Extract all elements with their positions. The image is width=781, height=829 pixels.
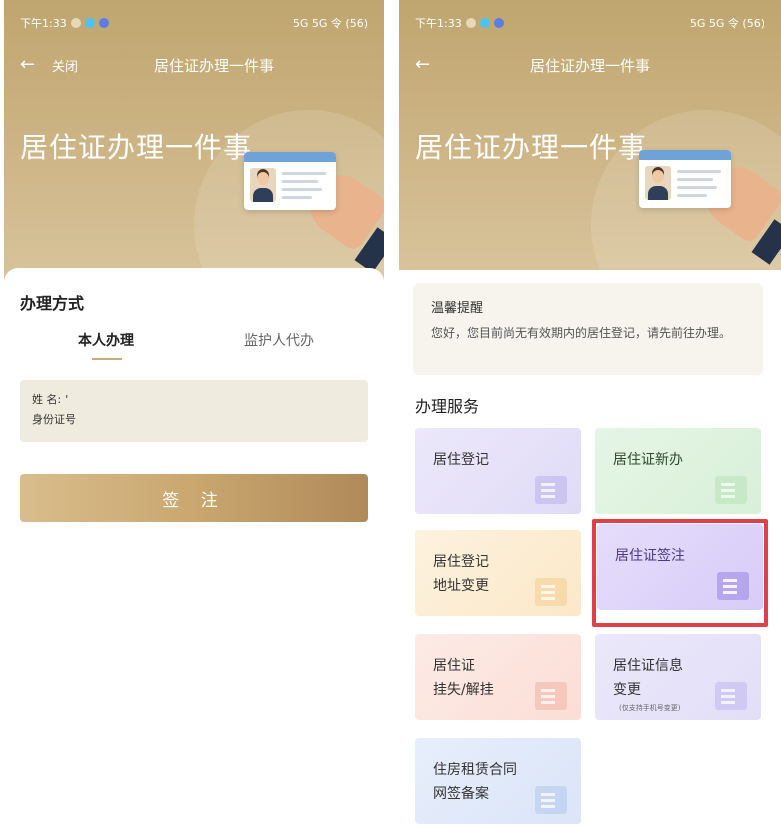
service-label-2: 挂失/解挂 (433, 682, 494, 698)
id-label: 身份证号 (32, 413, 76, 426)
left-screen: 下午1:33 5G 5G 令 (56) ← 关闭 居住证办理一件事 居住证办理一… (4, 0, 384, 829)
service-label: 居住证签注 (615, 548, 685, 564)
status-time: 下午1:33 (20, 17, 67, 30)
service-label: 住房租赁合同 (433, 762, 517, 778)
nav-bar: ← 居住证办理一件事 (399, 50, 781, 80)
id-card-icon (715, 476, 747, 504)
service-label: 居住登记 (433, 554, 489, 570)
notification-icon (70, 18, 81, 28)
signal-battery-status: 5G 5G 令 (56) (689, 17, 765, 30)
tab-active-indicator (92, 358, 122, 360)
id-card-illustration (639, 150, 731, 208)
service-label-2: 地址变更 (433, 578, 489, 594)
sign-button[interactable]: 签 注 (20, 474, 368, 522)
address-card-icon (535, 578, 567, 606)
service-label: 居住证新办 (613, 452, 683, 468)
service-report-loss[interactable]: 居住证 挂失/解挂 (415, 634, 581, 720)
service-rental-contract[interactable]: 住房租赁合同 网签备案 (415, 738, 581, 824)
apply-panel: 办理方式 本人办理 监护人代办 姓 名: ' 身份证号 签 注 (4, 268, 384, 829)
service-address-change[interactable]: 居住登记 地址变更 (415, 530, 581, 616)
contract-icon (535, 786, 567, 814)
panel-title: 办理方式 (20, 294, 85, 313)
document-icon (535, 476, 567, 504)
signal-battery-status: 5G 5G 令 (56) (292, 17, 368, 30)
reminder-notice: 温馨提醒 您好，您目前尚无有效期内的居住登记，请先前往办理。 (413, 283, 763, 375)
avatar (250, 168, 276, 202)
tab-self[interactable]: 本人办理 (78, 330, 134, 350)
nav-title: 居住证办理一件事 (529, 56, 650, 75)
service-label: 居住证信息 (613, 658, 683, 674)
id-row: 身份证号 (32, 410, 356, 430)
service-residence-registration[interactable]: 居住登记 (415, 428, 581, 514)
name-row: 姓 名: ' (32, 390, 356, 410)
nav-title: 居住证办理一件事 (153, 56, 274, 75)
right-screen: 下午1:33 5G 5G 令 (56) ← 居住证办理一件事 居住证办理一件事 (399, 0, 781, 829)
name-label: 姓 名: (32, 393, 62, 406)
app-icon (479, 18, 490, 28)
status-bar: 下午1:33 5G 5G 令 (56) (20, 14, 368, 32)
service-note: (仅支持手机号变更) (619, 704, 681, 712)
ban-card-icon (535, 682, 567, 710)
notice-title: 温馨提醒 (431, 301, 484, 316)
tab-guardian[interactable]: 监护人代办 (244, 330, 314, 350)
chat-icon (493, 18, 504, 28)
hero-title: 居住证办理一件事 (415, 131, 648, 164)
hero-title: 居住证办理一件事 (20, 131, 253, 164)
hero-banner: 下午1:33 5G 5G 令 (56) ← 关闭 居住证办理一件事 居住证办理一… (4, 0, 384, 280)
arrow-left-icon[interactable]: ← (20, 56, 35, 74)
service-info-change[interactable]: 居住证信息 变更 (仅支持手机号变更) (595, 634, 761, 720)
services-title: 办理服务 (415, 397, 480, 416)
service-label: 居住登记 (433, 452, 489, 468)
service-label: 居住证 (433, 658, 475, 674)
notice-text: 您好，您目前尚无有效期内的居住登记，请先前往办理。 (431, 326, 732, 340)
service-permit-endorsement[interactable]: 居住证签注 (597, 524, 763, 610)
chat-icon (98, 18, 109, 28)
app-icon (84, 18, 95, 28)
avatar (645, 166, 671, 200)
status-bar: 下午1:33 5G 5G 令 (56) (415, 14, 765, 32)
name-field[interactable]: ' (65, 390, 68, 410)
hero-banner: 下午1:33 5G 5G 令 (56) ← 居住证办理一件事 居住证办理一件事 (399, 0, 781, 270)
notification-icon (465, 18, 476, 28)
refresh-card-icon (715, 682, 747, 710)
status-time: 下午1:33 (415, 17, 462, 30)
nav-bar: ← 关闭 居住证办理一件事 (4, 50, 384, 80)
service-label-2: 网签备案 (433, 786, 489, 802)
edit-icon (717, 572, 749, 600)
id-card-illustration (244, 152, 336, 210)
service-label-2: 变更 (613, 682, 641, 698)
service-new-permit[interactable]: 居住证新办 (595, 428, 761, 514)
identity-form: 姓 名: ' 身份证号 (20, 380, 368, 442)
